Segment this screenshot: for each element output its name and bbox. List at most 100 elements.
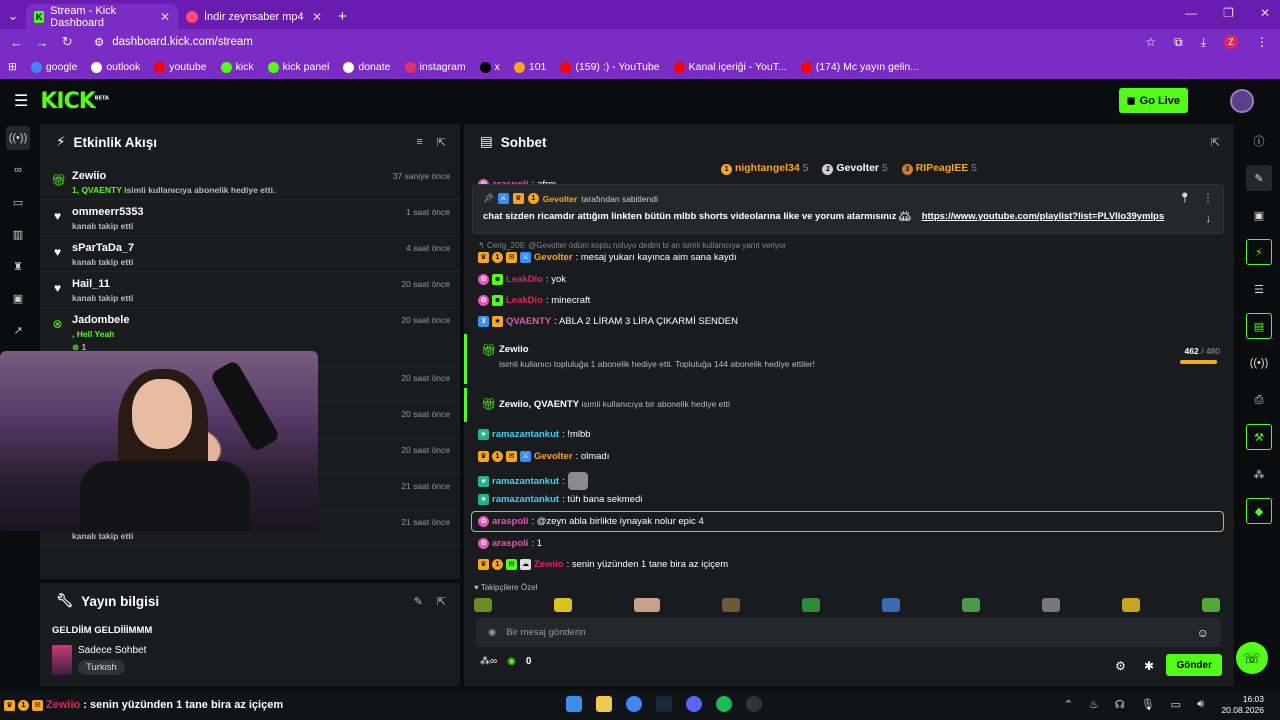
bookmark-item[interactable]: x <box>479 61 500 73</box>
back-icon[interactable]: ← <box>4 35 29 50</box>
emoji-icon[interactable]: ☺ <box>1197 626 1209 640</box>
popout-icon[interactable]: ⇱ <box>1211 136 1220 149</box>
chat-username[interactable]: araspoli <box>492 538 528 549</box>
chat-username[interactable]: Gevolter <box>534 451 573 462</box>
lightning-icon[interactable]: ⚡ <box>1246 239 1272 265</box>
bookmark-item[interactable]: (174) Mc yayın gelin... <box>800 61 919 73</box>
extensions-icon[interactable]: ⧉ <box>1174 35 1183 50</box>
emote-icon[interactable] <box>1042 598 1060 612</box>
chat-username[interactable]: ramazantankut <box>492 429 559 440</box>
mic-icon[interactable]: 🎙︎ <box>1141 698 1155 711</box>
kick-logo[interactable]: KICKBETA <box>40 89 109 114</box>
broadcast-icon[interactable]: ((•)) <box>6 126 30 150</box>
activity-item[interactable]: ♥ sParTaDa_7 kanalı takip etti 4 saat önce <box>40 236 460 272</box>
forward-icon[interactable]: → <box>29 35 54 50</box>
chart-icon[interactable]: ↗ <box>6 318 30 342</box>
wrench-icon[interactable]: ⚒ <box>1246 424 1272 450</box>
window-icon[interactable]: ▭ <box>6 190 30 214</box>
tab-indir[interactable]: İndir zeynsaber mp4 ✕ <box>178 4 330 29</box>
url-field[interactable]: ⚙ dashboard.kick.com/stream <box>94 31 1145 53</box>
chat-username[interactable]: QVAENTY <box>506 316 551 327</box>
steam-icon[interactable] <box>656 696 672 712</box>
settings-icon[interactable]: ⚙ <box>1115 659 1126 673</box>
bookmark-item[interactable]: kick panel <box>267 61 329 73</box>
emote-icon[interactable] <box>634 598 660 612</box>
list-icon[interactable]: ☰ <box>1246 276 1272 302</box>
chat-icon[interactable]: ▤ <box>1246 313 1272 339</box>
chat-username[interactable]: Gevolter <box>534 252 573 263</box>
discord-icon[interactable] <box>686 696 702 712</box>
activity-item[interactable]: ♥ ommeerr5353 kanalı takip etti 1 saat önce <box>40 200 460 236</box>
trophy-icon[interactable]: ♜ <box>6 254 30 278</box>
explorer-icon[interactable] <box>596 696 612 712</box>
record-icon[interactable]: ◉ <box>488 627 496 638</box>
tag-icon[interactable]: ◆ <box>1246 498 1272 524</box>
bookmark-item[interactable]: instagram <box>404 61 466 73</box>
sub-gift-user[interactable]: Zewiio <box>499 344 529 355</box>
bookmark-item[interactable]: donate <box>343 61 391 73</box>
emote-icon[interactable] <box>962 598 980 612</box>
volume-icon[interactable]: 🔊︎ <box>1197 698 1204 711</box>
bookmark-item[interactable]: kick <box>220 61 254 73</box>
apps-grid-icon[interactable]: ⊞ <box>8 61 17 73</box>
popout-icon[interactable]: ⇱ <box>437 136 446 149</box>
chat-username[interactable]: ramazantankut <box>492 476 559 487</box>
user-avatar[interactable] <box>1230 89 1254 113</box>
emote-icon[interactable] <box>1122 598 1140 612</box>
profile-avatar[interactable]: Z <box>1224 35 1238 49</box>
chat-username[interactable]: LeakDio <box>506 295 543 306</box>
go-live-button[interactable]: ◼ Go Live <box>1118 88 1188 113</box>
share-icon[interactable]: ⁂ <box>1246 461 1272 487</box>
start-icon[interactable] <box>566 696 582 712</box>
more-icon[interactable]: ⋮ <box>1203 193 1213 204</box>
broadcast-icon[interactable]: ((•)) <box>1246 350 1272 376</box>
chat-input-box[interactable]: ◉ Bir mesaj gönderin ☺ <box>476 618 1221 647</box>
window-icon[interactable]: ▣ <box>1246 202 1272 228</box>
spotify-icon[interactable] <box>716 696 732 712</box>
reload-icon[interactable]: ↻ <box>55 34 80 50</box>
bookmark-item[interactable]: outlook <box>91 61 140 73</box>
bookmark-item[interactable]: youtube <box>154 61 207 73</box>
bookmark-item[interactable]: Kanal içeriği - YouT... <box>673 61 787 73</box>
headset-icon[interactable]: ☊ <box>1115 698 1125 711</box>
menu-icon[interactable]: ⋮ <box>1256 35 1268 49</box>
close-icon[interactable]: ✕ <box>160 10 170 24</box>
pinned-link[interactable]: https://www.youtube.com/playlist?list=PL… <box>922 211 1165 222</box>
emote-icon[interactable] <box>802 598 820 612</box>
close-window-icon[interactable]: ✕ <box>1260 6 1270 20</box>
minimize-icon[interactable]: — <box>1185 6 1197 20</box>
chrome-icon[interactable] <box>626 696 642 712</box>
activity-item[interactable]: 🎁︎ Zewiio 1, QVAENTY isimli kullanıcıya ab… <box>40 164 460 200</box>
help-fab-button[interactable]: ☏ <box>1236 642 1268 674</box>
chat-username[interactable]: LeakDio <box>506 274 543 285</box>
new-tab-icon[interactable]: + <box>330 8 355 29</box>
battery-icon[interactable]: ▭ <box>1171 698 1181 711</box>
link-icon[interactable]: ∞ <box>6 158 30 182</box>
send-button[interactable]: Gönder <box>1166 654 1222 676</box>
popout-icon[interactable]: ⇱ <box>437 595 446 608</box>
steam-tray-icon[interactable]: ♨ <box>1089 698 1099 711</box>
emote-icon[interactable] <box>554 598 572 612</box>
system-clock[interactable]: 16:03 20.08.2026 <box>1221 694 1264 716</box>
expand-icon[interactable]: ↓ <box>1206 213 1212 225</box>
chevron-up-icon[interactable]: ⌃ <box>1064 698 1073 711</box>
obs-icon[interactable] <box>746 696 762 712</box>
chat-username[interactable]: araspoli <box>492 516 528 527</box>
sub-gift-users[interactable]: Zewiio, QVAENTY <box>499 399 579 410</box>
chat-username[interactable]: ramazantankut <box>492 494 559 505</box>
activity-item[interactable]: ♥ Hail_11 kanalı takip etti 20 saat önce <box>40 272 460 308</box>
unpin-icon[interactable]: 📍︎ <box>1178 193 1191 204</box>
top-gifter[interactable]: 1 nightangel34 5 <box>721 162 808 175</box>
emote-icon[interactable] <box>882 598 900 612</box>
emote-icon[interactable] <box>722 598 740 612</box>
hamburger-menu-icon[interactable]: ☰ <box>14 91 28 111</box>
bookmark-item[interactable]: (159) :) - YouTube <box>560 61 660 73</box>
analytics-icon[interactable]: ▥ <box>6 222 30 246</box>
site-info-icon[interactable]: ⚙ <box>94 35 104 49</box>
printer-icon[interactable]: ⎙ <box>1246 387 1272 413</box>
bookmark-item[interactable]: google <box>30 61 77 73</box>
top-gifter[interactable]: 3 RIPeagIEE 5 <box>901 162 977 175</box>
pencil-icon[interactable]: ✎ <box>1246 165 1272 191</box>
restore-icon[interactable]: ❐ <box>1223 6 1234 20</box>
filter-icon[interactable]: ≡ <box>416 136 422 149</box>
